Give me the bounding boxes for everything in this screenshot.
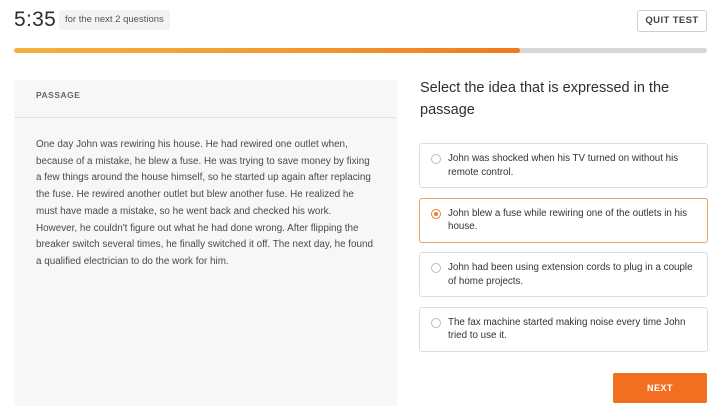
passage-heading: PASSAGE <box>14 80 397 118</box>
answer-option-label: John blew a fuse while rewiring one of t… <box>448 207 688 233</box>
quit-test-button[interactable]: QUIT TEST <box>637 10 707 32</box>
answer-options: John was shocked when his TV turned on w… <box>419 143 708 361</box>
progress-bar <box>14 48 707 53</box>
answer-option-label: John was shocked when his TV turned on w… <box>448 153 679 178</box>
answer-option-3[interactable]: John had been using extension cords to p… <box>419 252 708 297</box>
answer-option-1[interactable]: John was shocked when his TV turned on w… <box>419 143 708 188</box>
answer-option-4[interactable]: The fax machine started making noise eve… <box>419 306 708 352</box>
radio-button-icon[interactable] <box>431 208 441 219</box>
progress-bar-fill <box>14 48 520 53</box>
answer-option-2[interactable]: John blew a fuse while rewiring one of t… <box>419 197 708 243</box>
test-page: 5:35 for the next 2 questions QUIT TEST … <box>0 0 720 406</box>
question-prompt: Select the idea that is expressed in the… <box>420 80 670 118</box>
radio-button-icon[interactable] <box>431 263 441 273</box>
timer-note: for the next 2 questions <box>59 10 170 30</box>
countdown-timer: 5:35 <box>14 8 57 31</box>
passage-text: One day John was rewiring his house. He … <box>36 139 374 267</box>
radio-button-icon[interactable] <box>431 317 441 328</box>
answer-option-label: John had been using extension cords to p… <box>448 262 693 287</box>
passage-panel: PASSAGE One day John was rewiring his ho… <box>14 80 397 406</box>
next-button[interactable]: NEXT <box>613 373 707 403</box>
answer-option-label: The fax machine started making noise eve… <box>448 316 686 342</box>
radio-button-icon[interactable] <box>431 154 441 164</box>
